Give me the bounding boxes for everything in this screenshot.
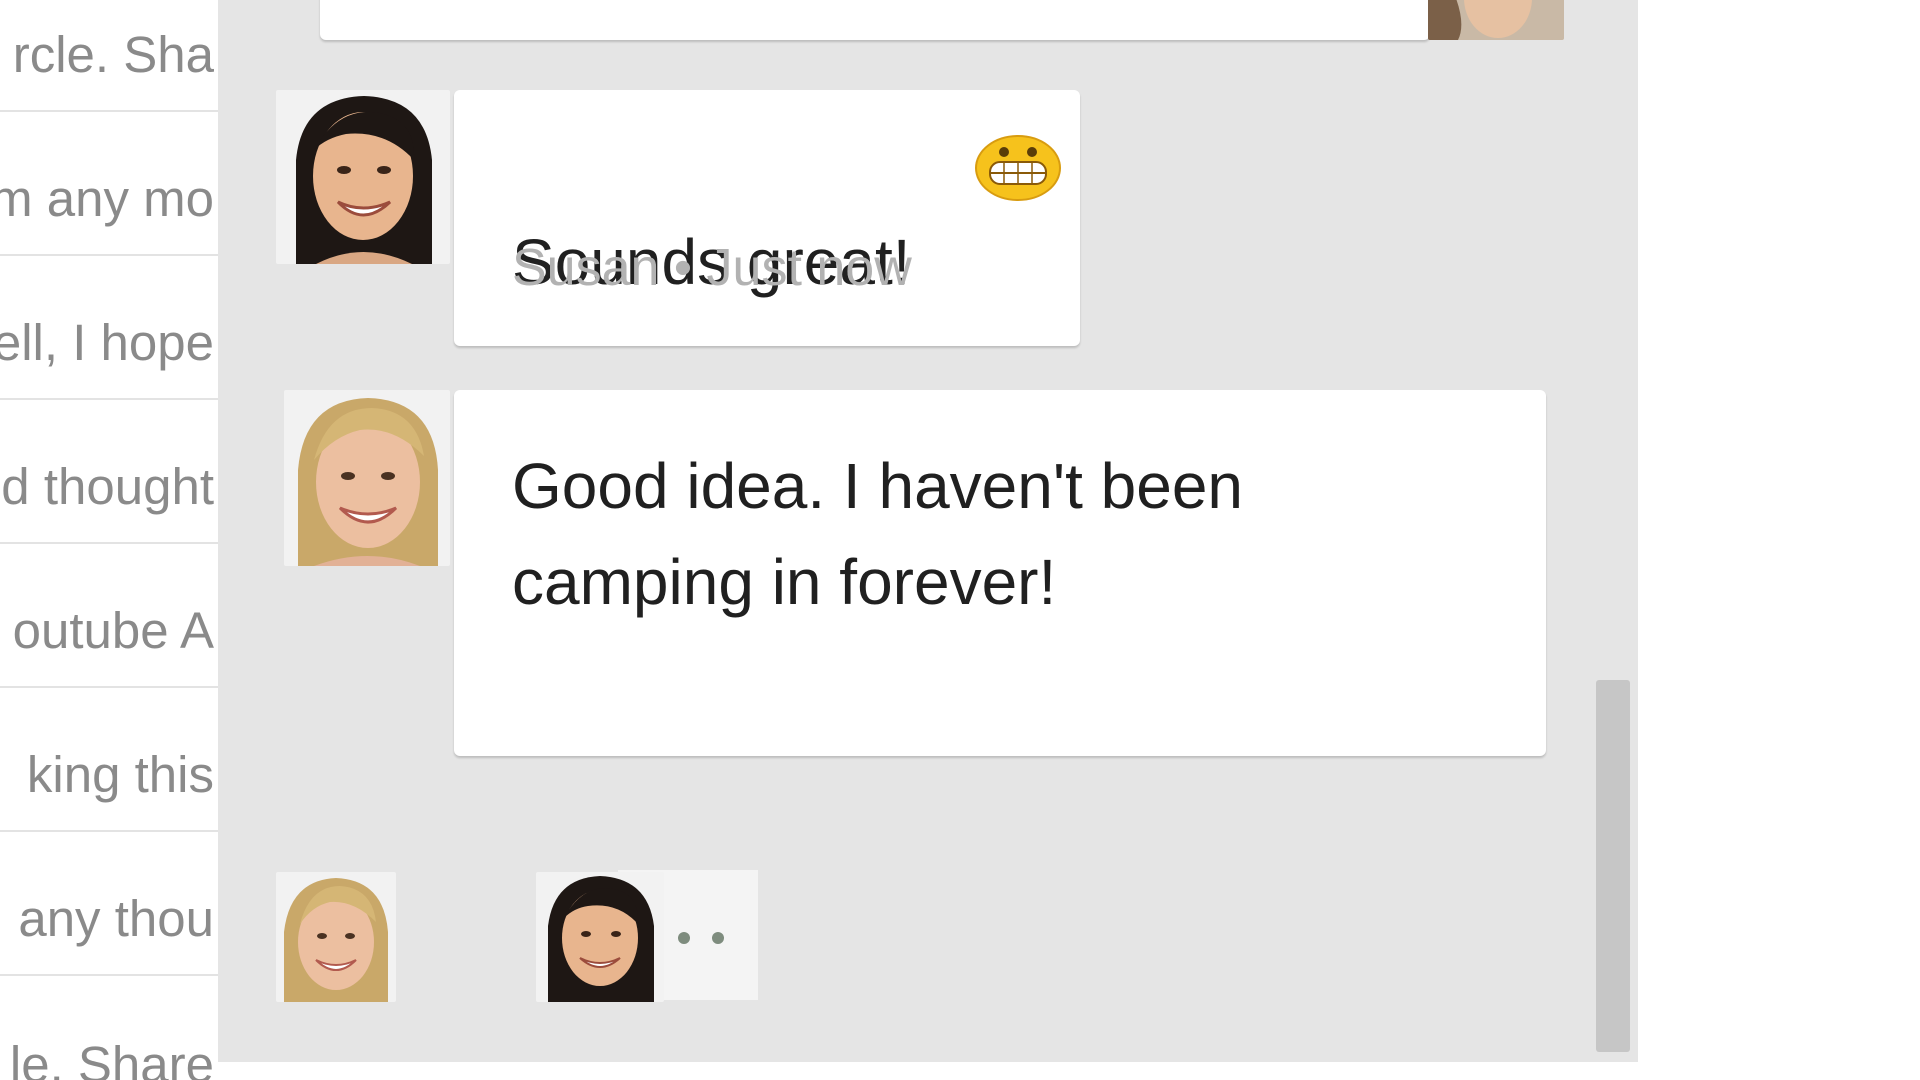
previous-message-bubble (320, 0, 1430, 40)
list-item-snippet: any thou (18, 890, 214, 947)
list-item-snippet: rcle. Sha (12, 26, 214, 83)
list-item-snippet: king this (26, 746, 214, 803)
list-item-snippet: m any mo (0, 170, 214, 227)
typing-dot (678, 932, 690, 944)
typing-avatar-friend (276, 872, 396, 1002)
avatar-photo-friend (284, 390, 450, 566)
message-bubble: Good idea. I haven't been camping in for… (454, 390, 1546, 756)
typing-dot (712, 932, 724, 944)
message-text-line-1: Good idea. I haven't been (512, 450, 1243, 522)
message-meta: Susan • Just now (512, 239, 912, 297)
chat-panel: Sounds great! Susan • Just now Good idea… (218, 0, 1638, 1062)
typing-avatar-susan (536, 872, 664, 1002)
scrollbar[interactable] (1590, 0, 1630, 1062)
avatar[interactable] (1428, 0, 1564, 40)
list-item[interactable]: any thou (0, 832, 218, 976)
list-item[interactable]: ell, I hope (0, 256, 218, 400)
scrollbar-thumb[interactable] (1596, 680, 1630, 1052)
list-item[interactable]: king this (0, 688, 218, 832)
list-item-snippet: d thought (1, 458, 214, 515)
list-item[interactable]: outube A (0, 544, 218, 688)
conversation-list: rcle. Sha m any mo ell, I hope d thought… (0, 0, 218, 1080)
avatar-photo-friend-small (276, 872, 396, 1002)
avatar-photo (1428, 0, 1564, 40)
list-item[interactable]: le. Share (0, 976, 218, 1080)
list-item[interactable]: rcle. Sha (0, 0, 218, 112)
list-item-snippet: ell, I hope (0, 314, 214, 371)
list-item-snippet: outube A (12, 602, 214, 659)
list-item[interactable]: m any mo (0, 112, 218, 256)
avatar-photo-susan-small (536, 872, 664, 1002)
avatar-friend[interactable] (284, 390, 450, 566)
list-item[interactable]: d thought (0, 400, 218, 544)
message-text-line-2: camping in forever! (512, 546, 1057, 618)
avatar-photo-susan (276, 90, 450, 264)
message-bubble: Sounds great! Susan • Just now (454, 90, 1080, 346)
grinning-face-emoji-icon (975, 135, 1061, 201)
list-item-snippet: le. Share (9, 1036, 214, 1080)
avatar-susan[interactable] (276, 90, 450, 264)
